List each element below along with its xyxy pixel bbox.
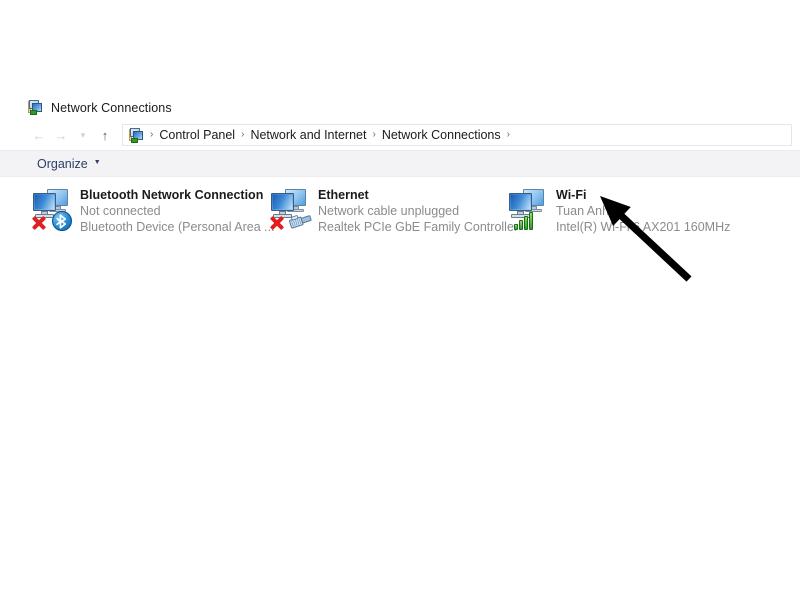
breadcrumb-network-connections[interactable]: Network Connections: [380, 126, 503, 144]
chevron-down-icon: ▼: [93, 159, 101, 166]
ethernet-plug-icon: [288, 212, 314, 230]
connection-name: Bluetooth Network Connection: [80, 188, 264, 202]
connections-list: Bluetooth Network Connection Not connect…: [0, 178, 800, 600]
command-toolbar: Organize ▼: [0, 150, 800, 177]
network-connections-icon: [129, 127, 144, 143]
connection-device: Realtek PCIe GbE Family Controller: [318, 220, 519, 234]
breadcrumb-separator-icon: ›: [150, 129, 154, 140]
connection-status: Network cable unplugged: [318, 204, 460, 218]
network-adapter-icon: [268, 186, 318, 232]
breadcrumb-separator-icon: ›: [372, 129, 376, 140]
breadcrumb-network-and-internet[interactable]: Network and Internet: [248, 126, 368, 144]
list-item-text: Ethernet Network cable unplugged Realtek…: [318, 186, 519, 235]
red-x-icon: [268, 214, 285, 231]
breadcrumb-bar[interactable]: › Control Panel › Network and Internet ›…: [122, 124, 792, 146]
address-bar: ← → ▾ ↑ › Control Panel › Network and In…: [0, 122, 800, 148]
forward-button[interactable]: →: [50, 124, 72, 146]
breadcrumb-control-panel[interactable]: Control Panel: [157, 126, 237, 144]
network-connections-window: Network Connections ← → ▾ ↑ › Control Pa…: [0, 0, 800, 600]
connection-status: Not connected: [80, 204, 161, 218]
navigation-buttons: ← → ▾ ↑: [28, 124, 116, 146]
window-titlebar: Network Connections: [0, 96, 800, 120]
window-title: Network Connections: [51, 101, 172, 115]
list-item[interactable]: Wi-Fi Tuan Anh Intel(R) Wi-Fi 6 AX201 16…: [506, 186, 741, 235]
back-button[interactable]: ←: [28, 124, 50, 146]
connection-name: Wi-Fi: [556, 188, 587, 202]
list-item-text: Bluetooth Network Connection Not connect…: [80, 186, 275, 235]
connection-device: Intel(R) Wi-Fi 6 AX201 160MHz: [556, 220, 731, 234]
list-item-text: Wi-Fi Tuan Anh Intel(R) Wi-Fi 6 AX201 16…: [556, 186, 741, 235]
up-button[interactable]: ↑: [94, 124, 116, 146]
organize-button[interactable]: Organize ▼: [37, 157, 101, 171]
breadcrumb-separator-icon: ›: [241, 129, 245, 140]
red-x-icon: [30, 214, 47, 231]
list-item[interactable]: Bluetooth Network Connection Not connect…: [30, 186, 275, 235]
list-item[interactable]: Ethernet Network cable unplugged Realtek…: [268, 186, 519, 235]
breadcrumb-separator-icon: ›: [506, 129, 510, 140]
recent-locations-button[interactable]: ▾: [72, 124, 94, 146]
wifi-signal-bars-icon: [514, 210, 538, 230]
connection-device: Bluetooth Device (Personal Area ...: [80, 220, 275, 234]
network-adapter-icon: [30, 186, 80, 232]
connection-name: Ethernet: [318, 188, 369, 202]
network-connections-icon: [28, 100, 44, 116]
network-adapter-icon: [506, 186, 556, 232]
connection-status: Tuan Anh: [556, 204, 610, 218]
bluetooth-icon: [52, 211, 72, 231]
organize-label: Organize: [37, 156, 88, 171]
